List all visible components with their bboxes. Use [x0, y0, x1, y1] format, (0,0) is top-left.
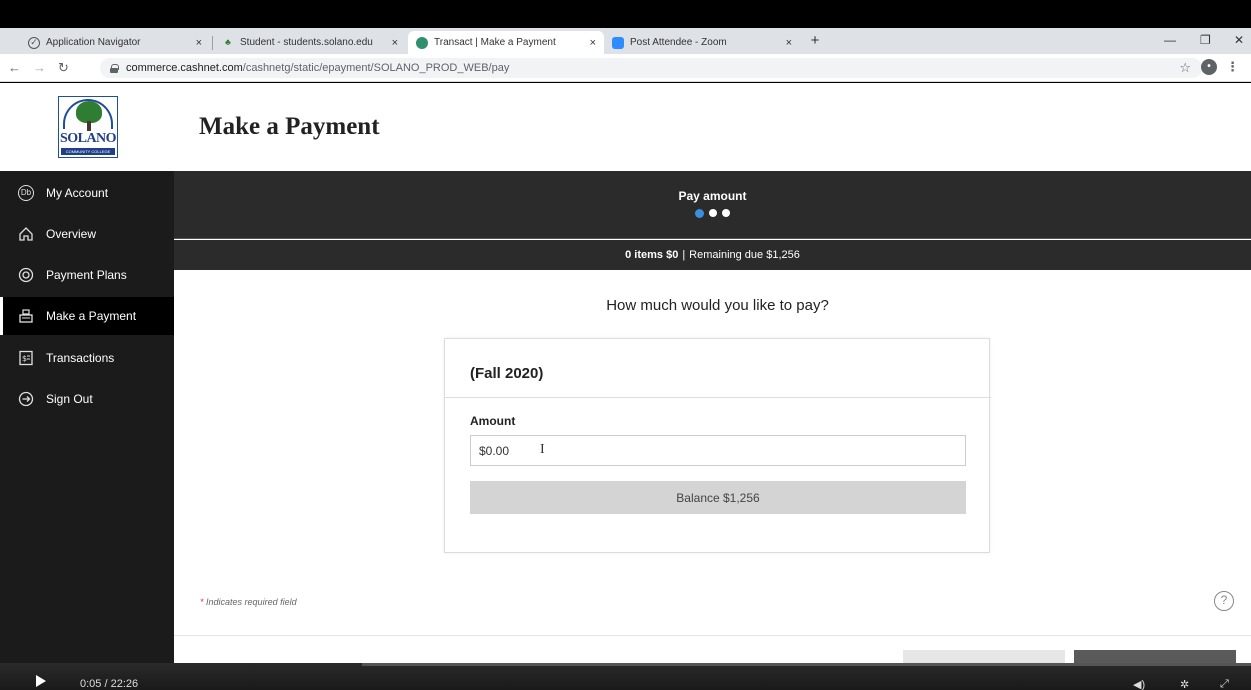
sidebar-item-my-account[interactable]: Db My Account	[0, 174, 174, 212]
logo-trunk	[87, 121, 91, 131]
new-tab-button[interactable]: +	[806, 32, 824, 50]
minimize-icon[interactable]: —	[1164, 33, 1176, 47]
cart-summary-bar: 0 items $0 | Remaining due $1,256	[174, 240, 1251, 270]
sidebar: SOLANO COMMUNITY COLLEGE Db My Account O…	[0, 83, 174, 690]
tab-application-navigator[interactable]: ✓ Application Navigator ×	[20, 31, 210, 54]
sidebar-item-label: Transactions	[46, 351, 115, 365]
page-title: Make a Payment	[199, 113, 380, 140]
payment-question: How much would you like to pay?	[606, 297, 829, 314]
tab-strip: ✓ Application Navigator × ♣ Student - st…	[0, 28, 1251, 54]
fullscreen-icon[interactable]: ⤢	[1220, 678, 1229, 690]
tab-transact-make-payment[interactable]: Transact | Make a Payment ×	[408, 31, 604, 54]
sidebar-item-overview[interactable]: Overview	[0, 215, 174, 253]
navigator-icon: ✓	[28, 36, 40, 49]
pay-balance-button[interactable]: Balance $1,256	[470, 481, 966, 514]
sidebar-item-label: Payment Plans	[46, 268, 127, 282]
logo-tree	[76, 101, 102, 123]
restore-icon[interactable]: ❐	[1200, 33, 1211, 47]
transact-icon	[416, 36, 428, 49]
logo-subtext: COMMUNITY COLLEGE	[61, 148, 115, 155]
tab-zoom[interactable]: Post Attendee - Zoom ×	[604, 31, 800, 54]
forward-arrow-icon[interactable]: →	[33, 60, 46, 75]
url-field[interactable]: commerce.cashnet.com/cashnetg/static/epa…	[100, 58, 1202, 78]
card-divider	[445, 397, 991, 398]
logo-text: SOLANO	[59, 131, 117, 146]
register-icon	[17, 307, 35, 325]
settings-gear-icon[interactable]: ✲	[1180, 678, 1189, 690]
bookmark-star-icon[interactable]: ☆	[1179, 60, 1191, 76]
sidebar-item-label: Sign Out	[46, 392, 93, 406]
home-icon	[17, 225, 35, 243]
video-time: 0:05 / 22:26	[80, 678, 139, 690]
video-progress-track[interactable]	[362, 663, 1251, 666]
step-dot	[709, 209, 717, 217]
solano-logo[interactable]: SOLANO COMMUNITY COLLEGE	[58, 96, 118, 158]
url-text: commerce.cashnet.com/cashnetg/static/epa…	[126, 62, 510, 74]
sidebar-item-label: Make a Payment	[46, 309, 137, 323]
payment-card: (Fall 2020) Amount I Balance $1,256	[444, 338, 991, 553]
tree-icon: ♣	[225, 37, 231, 47]
divider	[174, 238, 1251, 239]
menu-kebab-icon[interactable]: ⋮	[1226, 59, 1239, 75]
summary-separator: |	[682, 249, 686, 261]
close-tab-icon[interactable]: ×	[590, 37, 596, 49]
sidebar-item-transactions[interactable]: $ Transactions	[0, 339, 174, 377]
lifebuoy-icon	[17, 266, 35, 284]
required-field-note: * Indicates required field	[200, 597, 297, 607]
back-arrow-icon[interactable]: ←	[8, 60, 21, 75]
sign-out-icon	[17, 390, 35, 408]
term-title: (Fall 2020)	[470, 365, 544, 382]
sidebar-item-label: My Account	[46, 186, 109, 200]
reload-icon[interactable]: ↻	[58, 60, 69, 76]
main-content: Make a Payment Pay amount 0 items $0 | R…	[174, 83, 1251, 690]
close-tab-icon[interactable]: ×	[786, 37, 792, 49]
sidebar-item-sign-out[interactable]: Sign Out	[0, 380, 174, 418]
screen-top-bar	[0, 0, 1251, 28]
zoom-icon	[612, 36, 624, 49]
volume-icon[interactable]: ◀)	[1133, 678, 1145, 690]
step-dots	[174, 209, 1251, 218]
cart-items-summary: 0 items $0	[625, 249, 679, 261]
tab-separator	[212, 36, 213, 50]
sidebar-item-label: Overview	[46, 227, 97, 241]
remaining-due: Remaining due $1,256	[689, 249, 800, 261]
step-dot-current	[695, 209, 704, 218]
svg-text:$: $	[22, 354, 27, 363]
window-close-icon[interactable]: ✕	[1234, 33, 1244, 47]
sidebar-item-payment-plans[interactable]: Payment Plans	[0, 256, 174, 294]
video-control-bar	[0, 663, 1251, 690]
text-cursor-icon: I	[540, 442, 545, 457]
lock-icon	[110, 63, 119, 73]
play-icon[interactable]	[36, 675, 46, 687]
profile-avatar-icon[interactable]: •	[1201, 59, 1217, 75]
close-tab-icon[interactable]: ×	[196, 37, 202, 49]
receipt-icon: $	[17, 349, 35, 367]
help-icon[interactable]: ?	[1214, 591, 1234, 611]
step-indicator-bar: Pay amount	[174, 171, 1251, 239]
step-dot	[722, 209, 730, 217]
address-bar: ← → ↻ commerce.cashnet.com/cashnetg/stat…	[0, 54, 1251, 82]
tab-student-portal[interactable]: ♣ Student - students.solano.edu ×	[214, 31, 406, 54]
amount-label: Amount	[470, 414, 516, 428]
logo-area: SOLANO COMMUNITY COLLEGE	[0, 83, 174, 171]
divider	[174, 635, 1251, 636]
sidebar-item-make-payment[interactable]: Make a Payment	[0, 297, 174, 335]
close-tab-icon[interactable]: ×	[392, 37, 398, 49]
account-badge-icon: Db	[17, 184, 35, 202]
step-label: Pay amount	[678, 189, 747, 203]
